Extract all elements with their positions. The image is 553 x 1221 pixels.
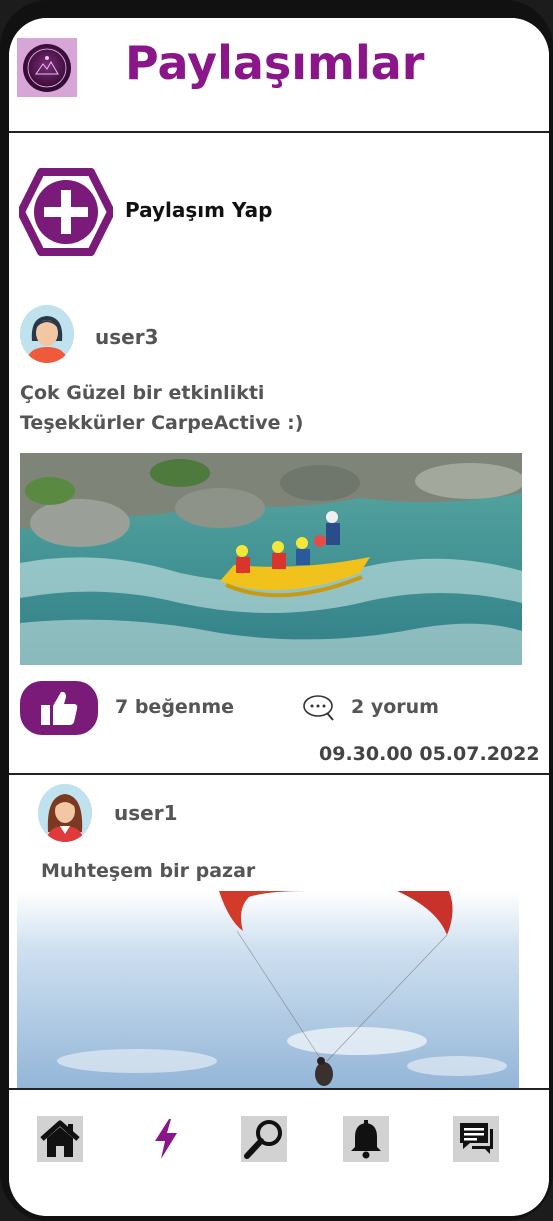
post-text-line: Teşekkürler CarpeActive :) [20,412,304,434]
post-username[interactable]: user3 [95,325,159,349]
post-image-paragliding[interactable] [17,891,519,1090]
logo-emblem [23,43,71,92]
comment-search-icon[interactable] [301,693,335,723]
like-button[interactable] [20,681,98,735]
avatar[interactable] [20,305,74,363]
chat-icon [460,1123,493,1154]
app-screen: Paylaşımlar Paylaşım Yap user3 Çok Güzel… [9,18,549,1216]
post-timestamp: 09.30.00 05.07.2022 [319,743,540,765]
plus-circle-icon[interactable] [19,168,113,256]
post-username[interactable]: user1 [114,801,178,825]
phone-frame: Paylaşımlar Paylaşım Yap user3 Çok Güzel… [0,0,553,1221]
nav-feed[interactable] [143,1116,189,1162]
paragliding-photo [17,891,519,1090]
carpe-active-logo[interactable] [17,38,77,97]
search-icon [244,1120,282,1159]
post-image-rafting[interactable] [20,453,522,665]
post-divider [9,773,549,775]
lightning-icon [155,1119,177,1159]
post-text-line: Çok Güzel bir etkinlikti [20,382,265,404]
likes-count[interactable]: 7 beğenme [115,696,234,718]
home-icon [40,1120,80,1157]
post-text-line: Muhteşem bir pazar [41,860,256,882]
feed[interactable]: Paylaşım Yap user3 Çok Güzel bir etkinli… [9,133,549,1090]
female-avatar-icon [38,784,92,842]
thumbs-up-icon [41,691,78,725]
female-avatar-icon [20,305,74,363]
nav-search[interactable] [241,1116,287,1162]
logo-mountain-icon [27,48,67,87]
comments-count[interactable]: 2 yorum [351,696,439,718]
bottom-navbar [9,1088,549,1216]
create-post-label[interactable]: Paylaşım Yap [125,198,272,222]
nav-messages[interactable] [453,1116,499,1162]
nav-notifications[interactable] [343,1116,389,1162]
rafting-photo [20,453,522,665]
page-title: Paylaşımlar [125,36,425,90]
app-header: Paylaşımlar [9,18,549,133]
bell-icon [351,1120,381,1159]
avatar[interactable] [38,784,92,842]
nav-home[interactable] [37,1116,83,1162]
